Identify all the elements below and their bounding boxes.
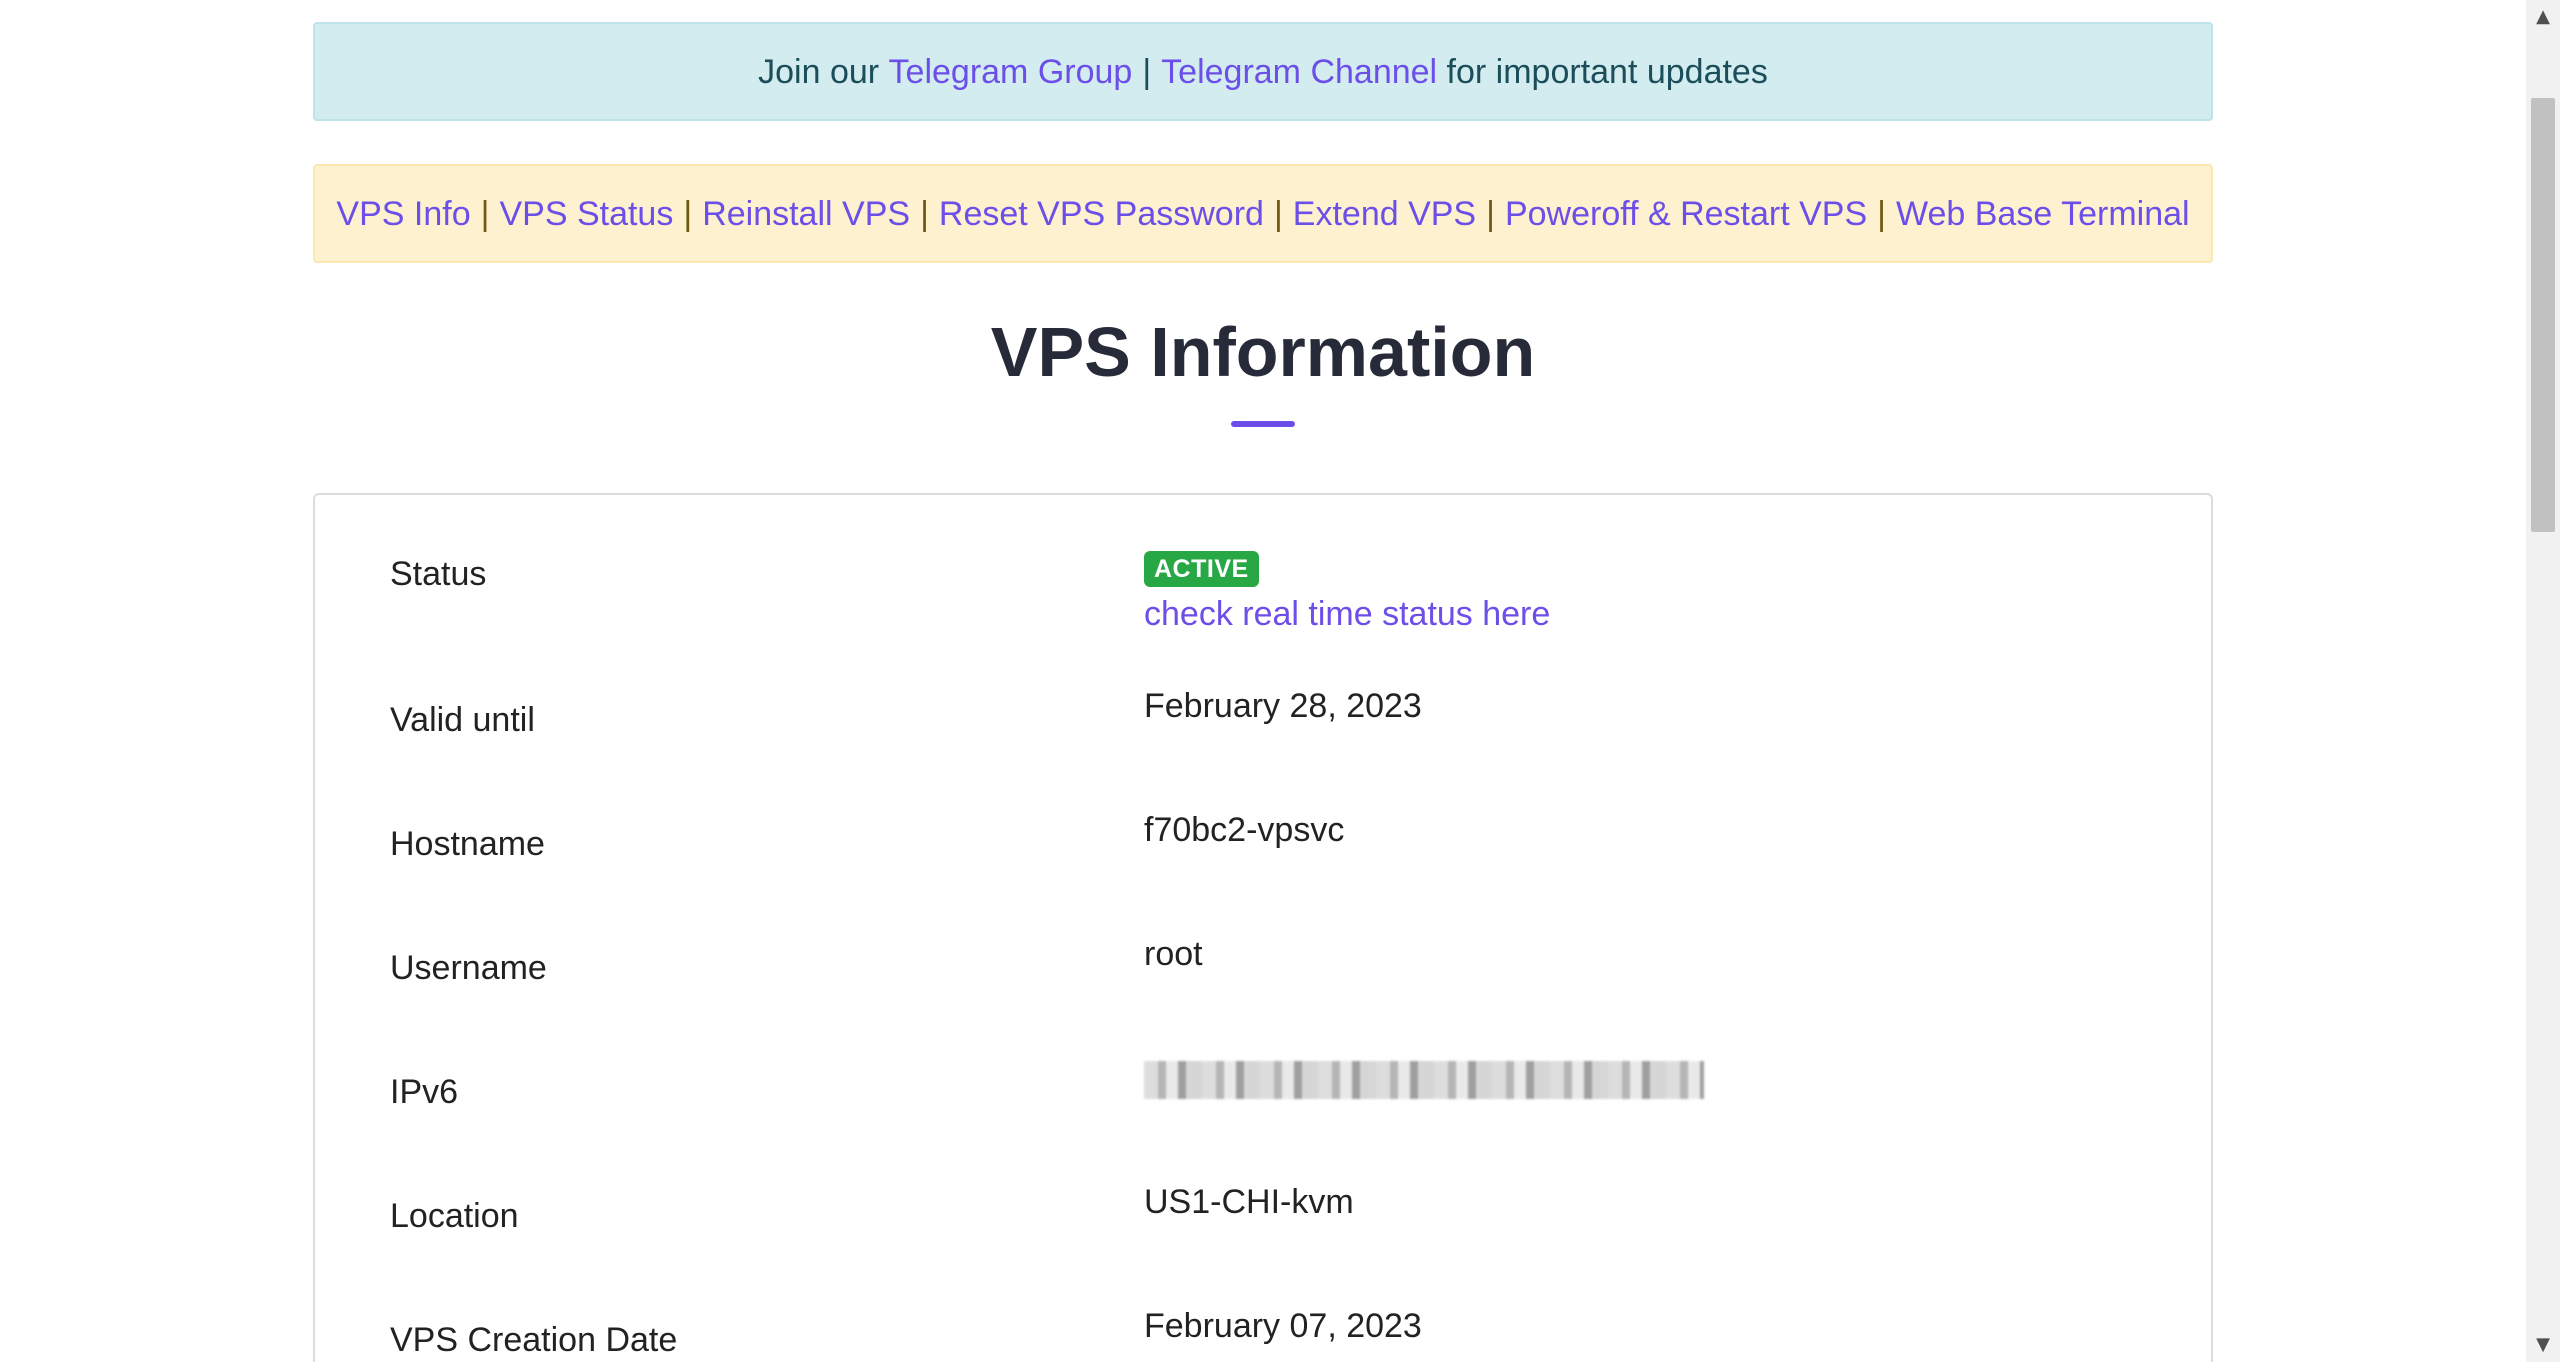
nav-link-poweroff-restart-vps[interactable]: Poweroff & Restart VPS: [1505, 197, 1867, 231]
username-value: root: [1144, 935, 1203, 973]
nav-separator: |: [920, 194, 929, 233]
nav-link-reinstall-vps[interactable]: Reinstall VPS: [702, 197, 910, 231]
telegram-banner-separator: |: [1142, 52, 1152, 91]
nav-separator: |: [480, 194, 490, 233]
triangle-down-icon[interactable]: ▼: [2526, 1328, 2560, 1362]
hostname-value: f70bc2-vpsvc: [1144, 811, 1345, 849]
telegram-banner-prefix: Join our: [758, 52, 889, 91]
location-label: Location: [390, 1197, 519, 1235]
ipv6-label: IPv6: [390, 1073, 459, 1111]
nav-link-reset-vps-password[interactable]: Reset VPS Password: [939, 197, 1264, 231]
nav-link-vps-status[interactable]: VPS Status: [499, 197, 673, 231]
triangle-up-icon[interactable]: ▲: [2526, 0, 2560, 34]
nav-separator: |: [1486, 194, 1495, 233]
telegram-group-link[interactable]: Telegram Group: [889, 55, 1133, 89]
hostname-label: Hostname: [390, 825, 545, 863]
telegram-channel-link[interactable]: Telegram Channel: [1161, 55, 1437, 89]
username-label: Username: [390, 949, 547, 987]
nav-separator: |: [683, 194, 693, 233]
page: Join our Telegram Group | Telegram Chann…: [0, 0, 2560, 1362]
status-badge: ACTIVE: [1144, 551, 1259, 587]
vps-info-card: Status ACTIVE check real time status her…: [313, 493, 2213, 1362]
nav-separator: |: [1273, 194, 1283, 233]
vertical-scrollbar[interactable]: ▲ ▼: [2526, 0, 2560, 1362]
realtime-status-link[interactable]: check real time status here: [1144, 595, 1550, 634]
valid-until-label: Valid until: [390, 701, 535, 739]
telegram-banner: Join our Telegram Group | Telegram Chann…: [313, 22, 2213, 121]
page-title: VPS Information: [990, 313, 1536, 391]
valid-until-value: February 28, 2023: [1144, 687, 1422, 725]
nav-link-vps-info[interactable]: VPS Info: [336, 197, 470, 231]
title-underline: [1231, 421, 1295, 427]
vps-nav-banner: VPS Info | VPS Status | Reinstall VPS | …: [313, 164, 2213, 263]
nav-separator: |: [1877, 194, 1887, 233]
status-value: ACTIVE check real time status here: [1144, 547, 1550, 634]
telegram-banner-suffix: for important updates: [1437, 52, 1768, 91]
location-value: US1-CHI-kvm: [1144, 1183, 1354, 1221]
creation-date-value: February 07, 2023: [1144, 1307, 1422, 1345]
status-label: Status: [390, 555, 487, 593]
scrollbar-thumb[interactable]: [2531, 98, 2555, 532]
ipv6-value-redacted: [1144, 1061, 1704, 1099]
nav-link-extend-vps[interactable]: Extend VPS: [1293, 197, 1476, 231]
creation-date-label: VPS Creation Date: [390, 1321, 678, 1359]
nav-link-web-base-terminal[interactable]: Web Base Terminal: [1896, 197, 2190, 231]
